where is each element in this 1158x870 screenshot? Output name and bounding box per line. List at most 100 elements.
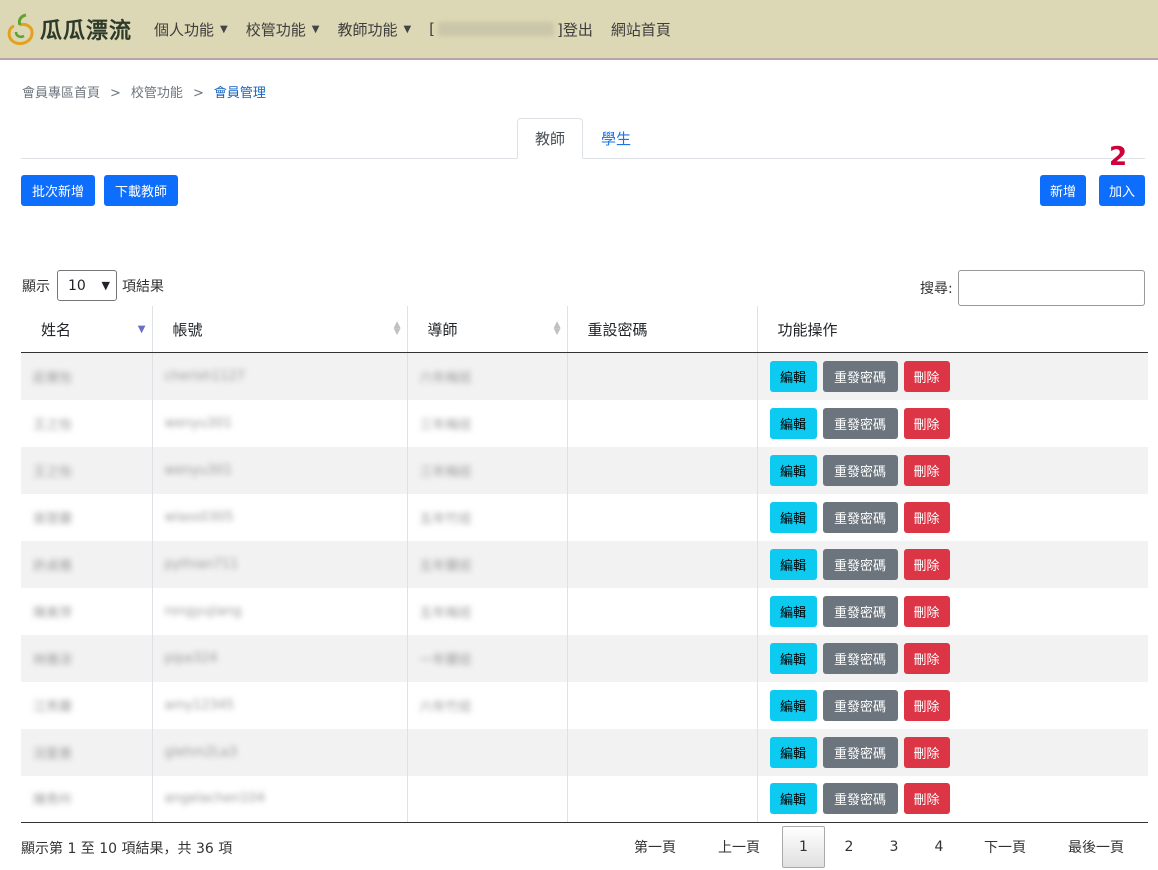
edit-button[interactable]: 編輯 (769, 595, 817, 627)
edit-button[interactable]: 編輯 (769, 454, 817, 486)
edit-button[interactable]: 編輯 (769, 783, 817, 815)
caret-down-icon: ▼ (403, 23, 412, 35)
cell-actions: 編輯 重發密碼 刪除 (757, 400, 1148, 447)
search-input[interactable] (958, 270, 1145, 306)
cell-actions: 編輯 重發密碼 刪除 (757, 728, 1148, 776)
table-header-row: 姓名 ▼ 帳號 ▲ ▼ 導師 ▲ ▼ 重設密碼 功能操作 (21, 306, 1148, 353)
add-new-button[interactable]: 新增 (1040, 175, 1086, 206)
resend-password-button[interactable]: 重發密碼 (822, 736, 898, 768)
teacher-name: 王之怡 (33, 464, 73, 480)
breadcrumb-member-home[interactable]: 會員專區首頁 (22, 86, 100, 101)
cell-name: 況愛惠 (21, 728, 153, 776)
cell-name: 林雅涼 (21, 634, 153, 682)
delete-button[interactable]: 刪除 (903, 642, 950, 674)
show-label: 顯示 (22, 279, 50, 295)
tab-students[interactable]: 學生 (585, 118, 647, 158)
menu-personal[interactable]: 個人功能 ▼ (154, 19, 228, 40)
tab-teachers[interactable]: 教師 (517, 118, 583, 159)
breadcrumb-separator: > (192, 86, 204, 101)
edit-button[interactable]: 編輯 (769, 689, 817, 721)
teacher-name: 許貞雅 (33, 558, 73, 574)
edit-button[interactable]: 編輯 (769, 407, 817, 439)
page-length-value: 10 (68, 277, 86, 294)
resend-password-button[interactable]: 重發密碼 (822, 595, 898, 627)
cell-homeroom: 五年蘭班 (407, 540, 568, 588)
resend-password-button[interactable]: 重發密碼 (822, 501, 898, 533)
breadcrumb: 會員專區首頁 > 校管功能 > 會員管理 (22, 82, 266, 101)
table-row: 莊覺怡 cherish1127 六年梅班 編輯 重發密碼 刪除 (21, 352, 1148, 400)
cell-name: 許貞雅 (21, 540, 153, 588)
page-length-select[interactable]: 10 ▼ (57, 270, 117, 301)
edit-button[interactable]: 編輯 (769, 548, 817, 580)
edit-button[interactable]: 編輯 (769, 642, 817, 674)
site-home-link[interactable]: 網站首頁 (611, 19, 671, 40)
logout-link[interactable]: [ angelachen104 ]登出 (429, 19, 593, 40)
delete-button[interactable]: 刪除 (903, 360, 950, 392)
teacher-homeroom: 五年蘭班 (419, 558, 472, 574)
page-last[interactable]: 最後一頁 (1052, 826, 1140, 868)
edit-button[interactable]: 編輯 (769, 736, 817, 768)
cell-homeroom: 三年梅班 (407, 399, 568, 447)
teacher-homeroom: 六年梅班 (419, 370, 472, 386)
delete-button[interactable]: 刪除 (903, 454, 950, 486)
breadcrumb-current: 會員管理 (213, 86, 266, 101)
page-3[interactable]: 3 (877, 826, 911, 868)
delete-button[interactable]: 刪除 (903, 689, 950, 721)
page-first[interactable]: 第一頁 (618, 826, 692, 868)
page-next[interactable]: 下一頁 (968, 826, 1042, 868)
resend-password-button[interactable]: 重發密碼 (822, 360, 898, 392)
resend-password-button[interactable]: 重發密碼 (822, 689, 898, 721)
resend-password-button[interactable]: 重發密碼 (822, 783, 898, 815)
header-homeroom[interactable]: 導師 ▲ ▼ (407, 306, 568, 353)
table-row: 王之怡 wenyu301 三年梅班 編輯 重發密碼 刪除 (21, 399, 1148, 447)
menu-school-admin[interactable]: 校管功能 ▼ (246, 19, 320, 40)
teacher-account: pipa324 (164, 650, 218, 666)
delete-button[interactable]: 刪除 (903, 407, 950, 439)
cell-reset-password (567, 399, 758, 447)
batch-add-button[interactable]: 批次新增 (21, 175, 95, 206)
delete-button[interactable]: 刪除 (903, 736, 950, 768)
cell-actions: 編輯 重發密碼 刪除 (757, 775, 1148, 823)
breadcrumb-school-admin[interactable]: 校管功能 (131, 86, 183, 101)
cell-account: rongyujiang (152, 587, 408, 635)
cell-reset-password (567, 681, 758, 729)
delete-button[interactable]: 刪除 (903, 501, 950, 533)
cell-homeroom: 五年梅班 (407, 587, 568, 635)
edit-button[interactable]: 編輯 (769, 501, 817, 533)
top-navbar: 瓜瓜漂流 個人功能 ▼ 校管功能 ▼ 教師功能 ▼ [ angelachen104 ]… (0, 0, 1158, 60)
page-1[interactable]: 1 (782, 826, 825, 868)
page-2[interactable]: 2 (832, 826, 866, 868)
resend-password-button[interactable]: 重發密碼 (822, 454, 898, 486)
teacher-homeroom: 六年竹班 (419, 699, 472, 715)
header-name[interactable]: 姓名 ▼ (21, 306, 153, 353)
resend-password-button[interactable]: 重發密碼 (822, 548, 898, 580)
delete-button[interactable]: 刪除 (903, 783, 950, 815)
resend-password-button[interactable]: 重發密碼 (822, 407, 898, 439)
resend-password-button[interactable]: 重發密碼 (822, 642, 898, 674)
join-button[interactable]: 加入 (1099, 175, 1145, 206)
page-prev[interactable]: 上一頁 (702, 826, 776, 868)
results-label: 項結果 (122, 279, 164, 295)
cell-actions: 編輯 重發密碼 刪除 (757, 540, 1148, 588)
sort-both-icon: ▲ ▼ (393, 320, 401, 337)
menu-teacher[interactable]: 教師功能 ▼ (337, 19, 411, 40)
cell-account: wenyu301 (152, 399, 408, 447)
cell-reset-password (567, 587, 758, 635)
page-4[interactable]: 4 (922, 826, 956, 868)
cell-name: 陳美萍 (21, 587, 153, 635)
cell-actions: 編輯 重發密碼 刪除 (757, 494, 1148, 541)
cell-homeroom (407, 728, 568, 776)
teacher-homeroom: 五年梅班 (419, 605, 472, 621)
delete-button[interactable]: 刪除 (903, 548, 950, 580)
cell-name: 陳秀吟 (21, 775, 153, 823)
teacher-account: cherish1127 (164, 368, 245, 384)
delete-button[interactable]: 刪除 (903, 595, 950, 627)
header-account[interactable]: 帳號 ▲ ▼ (152, 306, 408, 353)
edit-button[interactable]: 編輯 (769, 360, 817, 392)
melon-logo-icon (7, 13, 34, 46)
site-logo[interactable]: 瓜瓜漂流 (4, 12, 154, 46)
cell-reset-password (567, 634, 758, 682)
cell-reset-password (567, 728, 758, 776)
cell-actions: 編輯 重發密碼 刪除 (757, 588, 1148, 635)
download-teachers-button[interactable]: 下載教師 (104, 175, 178, 206)
